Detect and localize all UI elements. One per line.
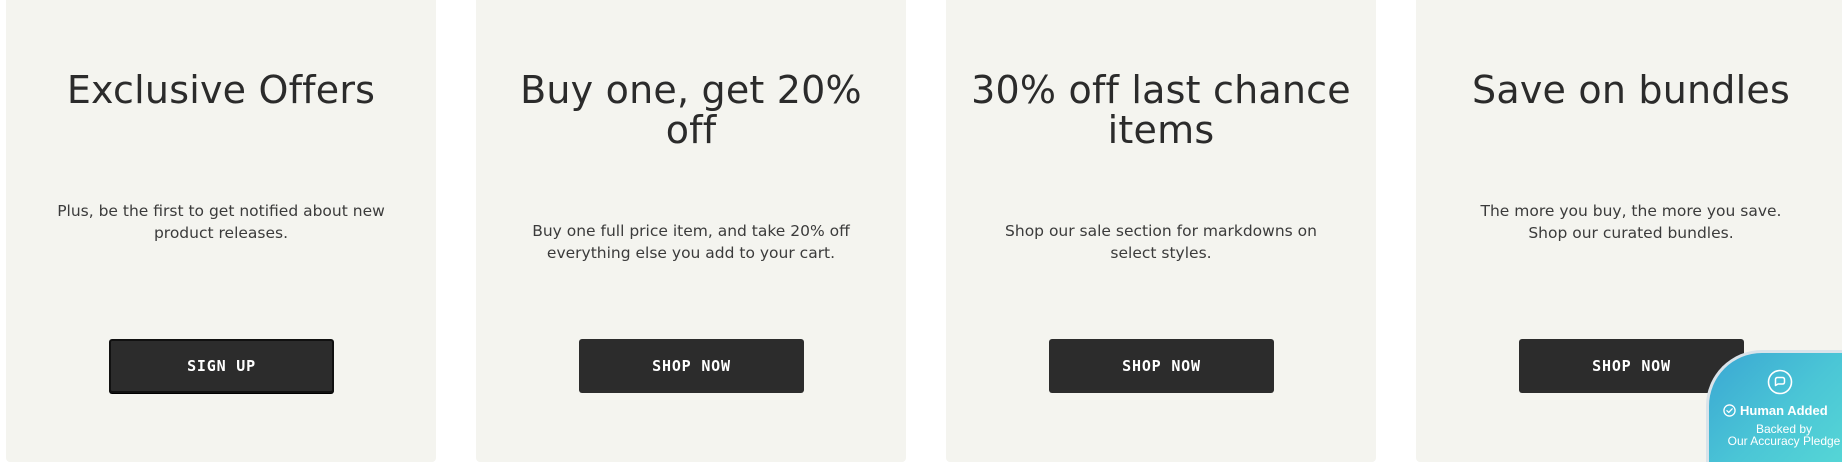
card-description: Shop our sale section for markdowns on s… [1005, 222, 1317, 262]
chat-bubble-icon [1767, 369, 1793, 395]
promo-cards: Exclusive Offers Plus, be the first to g… [0, 0, 1842, 462]
card-title: 30% off last chance items [971, 68, 1351, 152]
card-description: Plus, be the first to get notified about… [57, 202, 385, 242]
card-description: The more you buy, the more you save. Sho… [1480, 202, 1782, 242]
promo-card-exclusive-offers: Exclusive Offers Plus, be the first to g… [6, 0, 436, 462]
promo-card-buy-one: Buy one, get 20% off Buy one full price … [476, 0, 906, 462]
accuracy-pledge-badge[interactable]: Human Added Backed by Our Accuracy Pledg… [1706, 350, 1842, 462]
card-title: Buy one, get 20% off [520, 68, 862, 152]
card-description: Buy one full price item, and take 20% of… [532, 222, 850, 262]
badge-title-row: Human Added [1723, 403, 1842, 418]
card-title: Save on bundles [1472, 68, 1790, 112]
promo-card-last-chance: 30% off last chance items Shop our sale … [946, 0, 1376, 462]
check-circle-icon [1723, 404, 1736, 417]
shop-now-button[interactable]: SHOP NOW [1049, 339, 1274, 393]
sign-up-button[interactable]: SIGN UP [109, 339, 334, 393]
badge-title: Human Added [1740, 403, 1828, 418]
badge-line-2: Our Accuracy Pledge [1727, 434, 1841, 448]
card-title: Exclusive Offers [66, 68, 376, 112]
shop-now-button[interactable]: SHOP NOW [579, 339, 804, 393]
